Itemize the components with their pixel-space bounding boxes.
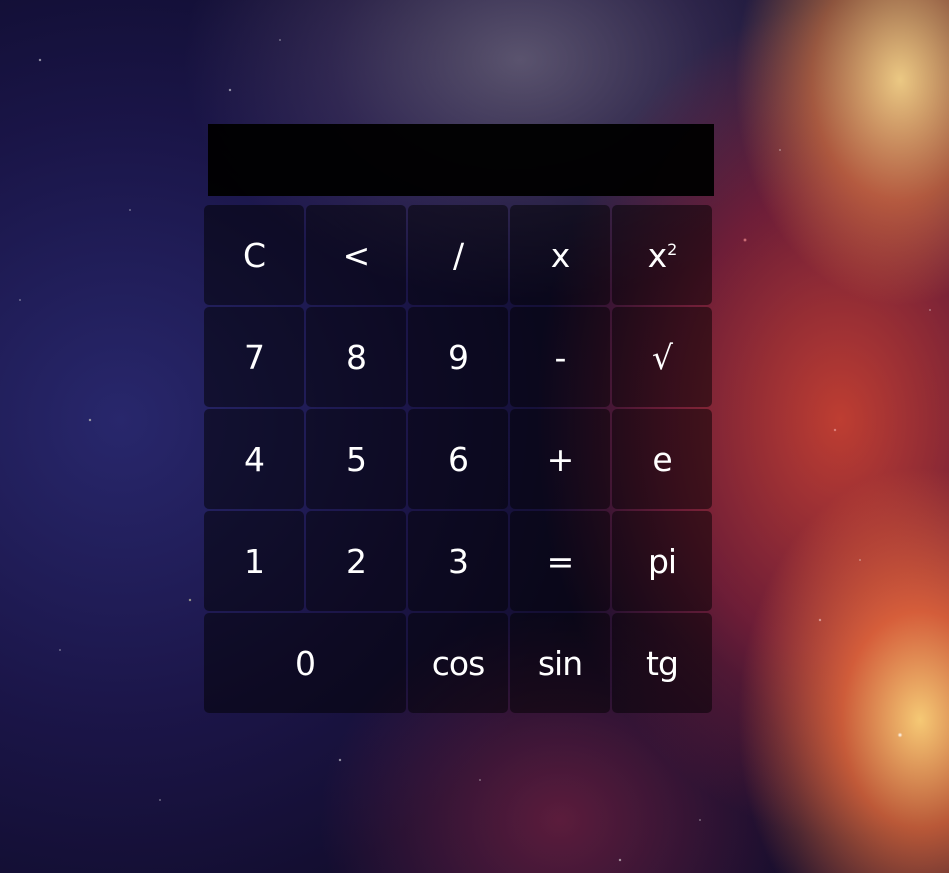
calculator-display bbox=[208, 124, 714, 196]
calculator: C < / x x2 7 8 9 - √ 4 5 6 + e 1 2 3 = p… bbox=[204, 124, 714, 713]
backspace-button[interactable]: < bbox=[306, 205, 406, 305]
square-exponent-label: 2 bbox=[667, 239, 677, 259]
pi-button[interactable]: pi bbox=[612, 511, 712, 611]
clear-button[interactable]: C bbox=[204, 205, 304, 305]
digit-1-button[interactable]: 1 bbox=[204, 511, 304, 611]
equals-button[interactable]: = bbox=[510, 511, 610, 611]
e-constant-button[interactable]: e bbox=[612, 409, 712, 509]
digit-2-button[interactable]: 2 bbox=[306, 511, 406, 611]
digit-5-button[interactable]: 5 bbox=[306, 409, 406, 509]
sin-button[interactable]: sin bbox=[510, 613, 610, 713]
square-base-label: x bbox=[647, 235, 668, 275]
digit-8-button[interactable]: 8 bbox=[306, 307, 406, 407]
cos-button[interactable]: cos bbox=[408, 613, 508, 713]
tg-button[interactable]: tg bbox=[612, 613, 712, 713]
multiply-button[interactable]: x bbox=[510, 205, 610, 305]
digit-6-button[interactable]: 6 bbox=[408, 409, 508, 509]
digit-9-button[interactable]: 9 bbox=[408, 307, 508, 407]
square-button[interactable]: x2 bbox=[612, 205, 712, 305]
sqrt-button[interactable]: √ bbox=[612, 307, 712, 407]
divide-button[interactable]: / bbox=[408, 205, 508, 305]
digit-7-button[interactable]: 7 bbox=[204, 307, 304, 407]
digit-3-button[interactable]: 3 bbox=[408, 511, 508, 611]
plus-button[interactable]: + bbox=[510, 409, 610, 509]
digit-0-button[interactable]: 0 bbox=[204, 613, 406, 713]
keypad: C < / x x2 7 8 9 - √ 4 5 6 + e 1 2 3 = p… bbox=[204, 205, 714, 713]
minus-button[interactable]: - bbox=[510, 307, 610, 407]
digit-4-button[interactable]: 4 bbox=[204, 409, 304, 509]
